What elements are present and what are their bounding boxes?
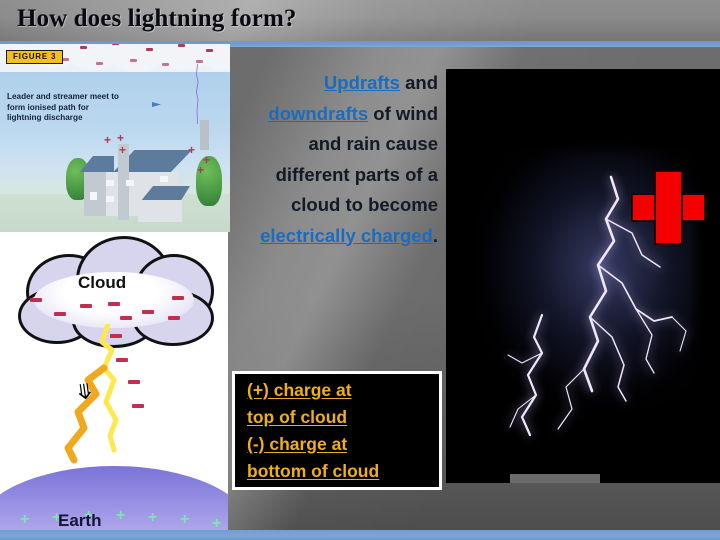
negative-charge-mark xyxy=(206,49,213,52)
paragraph-text-1: and xyxy=(399,72,438,93)
negative-charge-mark xyxy=(172,296,184,300)
house-window xyxy=(160,176,168,182)
lightning-bolts xyxy=(507,175,687,437)
figure3-lightning-path xyxy=(196,64,199,124)
lightning-photo-panel xyxy=(446,69,720,483)
figure3-illustration: FIGURE 3 Leader and streamer meet to for… xyxy=(0,44,230,232)
positive-charge-mark: + xyxy=(180,511,190,528)
figure3-arrow-icon xyxy=(152,102,161,107)
figure3-caption: Leader and streamer meet to form ionised… xyxy=(7,92,119,122)
callout-line-3: (-) charge at xyxy=(247,433,348,454)
positive-charge-mark: + xyxy=(119,143,127,157)
positive-charge-mark: + xyxy=(116,507,126,524)
figure3-badge: FIGURE 3 xyxy=(6,50,64,64)
house-window xyxy=(106,196,114,202)
negative-charge-mark xyxy=(30,298,42,302)
negative-charge-mark xyxy=(142,310,154,314)
positive-charge-icon xyxy=(631,170,706,245)
positive-charge-mark: + xyxy=(203,153,211,167)
link-downdrafts[interactable]: downdrafts xyxy=(268,103,368,124)
upward-arrow-icon: ⤋ xyxy=(74,379,96,406)
callout-line-2: top of cloud xyxy=(247,406,348,427)
positive-charge-mark: + xyxy=(148,509,158,526)
house-window xyxy=(106,180,114,186)
bottom-accent-bar xyxy=(0,530,720,540)
page-title: How does lightning form? xyxy=(17,5,297,32)
house-annex-wall xyxy=(138,200,182,222)
link-electrically-charged[interactable]: electrically charged xyxy=(260,225,433,246)
body-paragraph: Updrafts and downdrafts of wind and rain… xyxy=(236,68,438,251)
house-side-roof xyxy=(80,156,114,172)
negative-charge-mark xyxy=(130,59,137,62)
paragraph-text-3: . xyxy=(432,224,438,246)
cloud-label: Cloud xyxy=(78,273,127,292)
positive-charge-mark: + xyxy=(104,133,112,147)
positive-charge-mark: + xyxy=(188,143,196,157)
positive-charge-mark: + xyxy=(197,163,205,177)
negative-charge-mark xyxy=(80,46,87,49)
house-window xyxy=(126,180,134,186)
link-updrafts[interactable]: Updrafts xyxy=(324,72,400,93)
negative-charge-mark xyxy=(146,48,153,51)
negative-charge-mark xyxy=(162,63,169,66)
negative-charge-mark xyxy=(196,60,203,63)
slide-canvas: How does lightning form? FIGURE 3 Leader… xyxy=(0,0,720,540)
negative-charge-mark xyxy=(108,302,120,306)
house-window xyxy=(90,192,97,200)
plus-center-fill xyxy=(656,195,681,220)
earth-ground: + + + + + + + xyxy=(0,466,228,540)
negative-charge-mark xyxy=(120,316,132,320)
lightning-channel xyxy=(64,324,119,464)
negative-charge-mark xyxy=(112,44,119,45)
callout-line-4: bottom of cloud xyxy=(247,460,380,481)
charge-callout-box: (+) charge at top of cloud (-) charge at… xyxy=(232,371,442,490)
positive-charge-mark: + xyxy=(20,511,30,528)
negative-charge-mark xyxy=(178,44,185,47)
negative-charge-mark xyxy=(80,304,92,308)
negative-charge-mark xyxy=(96,62,103,65)
title-bar: How does lightning form? xyxy=(0,0,720,41)
negative-charge-mark xyxy=(54,312,66,316)
figure3-house xyxy=(80,130,225,225)
photo-placeholder-box xyxy=(510,474,600,483)
earth-label: Earth xyxy=(58,511,102,530)
cloud-earth-diagram: Cloud ⤋ + + + + + + + Earth xyxy=(0,232,228,540)
callout-line-1: (+) charge at xyxy=(247,379,352,400)
negative-charge-mark xyxy=(168,316,180,320)
